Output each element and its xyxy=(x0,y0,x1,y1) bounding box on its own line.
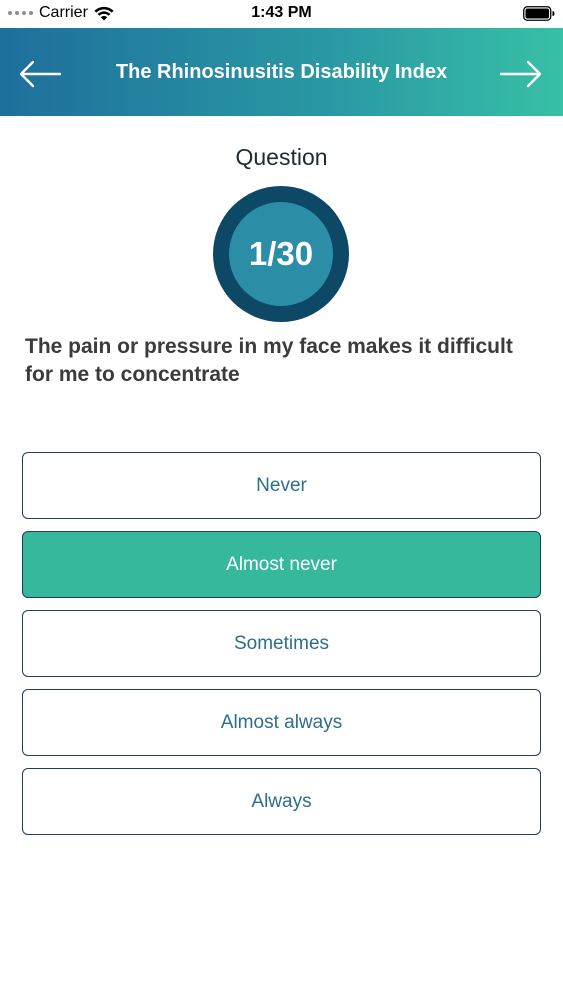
status-time: 1:43 PM xyxy=(251,4,312,21)
app-header: The Rhinosinusitis Disability Index xyxy=(0,28,563,116)
question-text: The pain or pressure in my face makes it… xyxy=(25,335,513,386)
question-label: Question xyxy=(235,144,328,170)
question-progress-text: 1/30 xyxy=(229,202,333,306)
answer-options: Never Almost never Sometimes Almost alwa… xyxy=(22,452,541,847)
arrow-right-icon[interactable] xyxy=(499,60,543,88)
battery-icon xyxy=(523,6,555,21)
page-title: The Rhinosinusitis Disability Index xyxy=(115,60,448,83)
option-sometimes[interactable]: Sometimes xyxy=(22,610,541,677)
option-almost-never[interactable]: Almost never xyxy=(22,531,541,598)
option-always[interactable]: Always xyxy=(22,768,541,835)
arrow-left-icon[interactable] xyxy=(18,60,62,88)
option-almost-always[interactable]: Almost always xyxy=(22,689,541,756)
status-bar: Carrier 1:43 PM xyxy=(0,0,563,28)
question-progress-ring: 1/30 xyxy=(213,186,349,322)
option-never[interactable]: Never xyxy=(22,452,541,519)
